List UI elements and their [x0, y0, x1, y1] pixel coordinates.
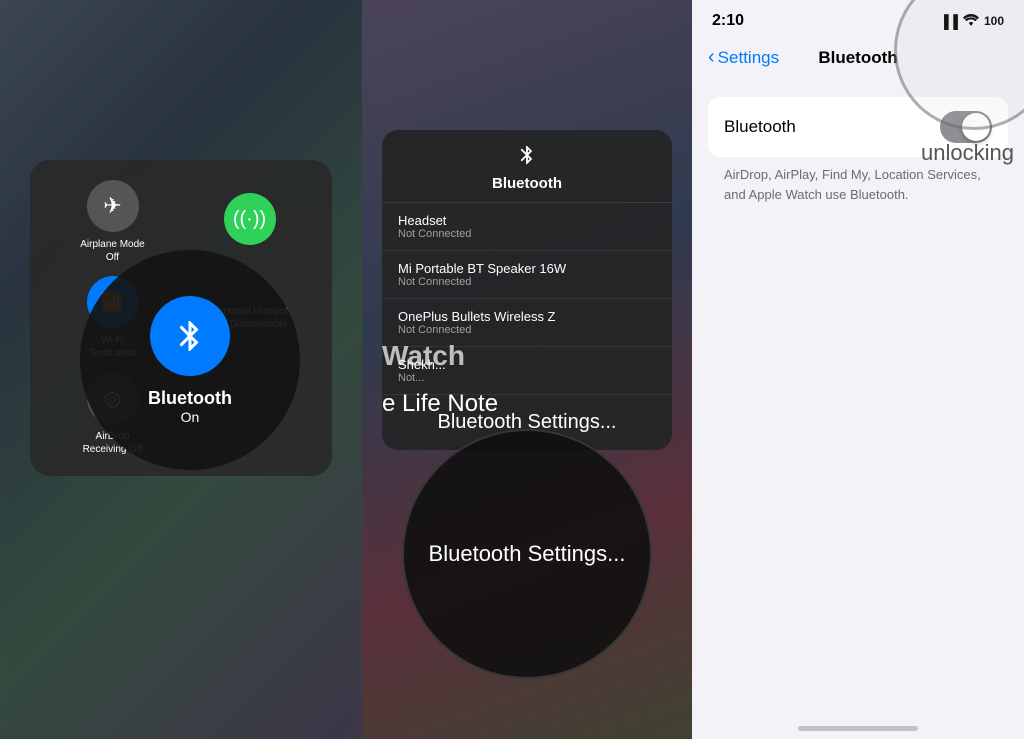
- device-oneplus-name: OnePlus Bullets Wireless Z: [398, 309, 656, 324]
- device-row-speaker[interactable]: Mi Portable BT Speaker 16W Not Connected: [382, 251, 672, 299]
- bluetooth-settings-circle[interactable]: Bluetooth Settings...: [402, 429, 652, 679]
- bluetooth-row-label: Bluetooth: [724, 117, 796, 137]
- status-time: 2:10: [712, 12, 744, 30]
- bluetooth-menu-title: Bluetooth: [398, 175, 656, 192]
- middle-panel: Bluetooth Headset Not Connected Mi Porta…: [362, 0, 692, 739]
- bluetooth-description: AirDrop, AirPlay, Find My, Location Serv…: [692, 157, 1024, 220]
- bluetooth-overlay-label: Bluetooth: [148, 388, 232, 409]
- watch-text: Watch: [382, 340, 672, 372]
- bluetooth-overlay-icon: [150, 296, 230, 376]
- watch-text-overlay: Watch: [382, 340, 672, 372]
- page-title: Bluetooth: [818, 48, 897, 68]
- device-speaker-name: Mi Portable BT Speaker 16W: [398, 261, 656, 276]
- device-row-headset[interactable]: Headset Not Connected: [382, 203, 672, 251]
- airplane-mode-button[interactable]: ✈ Airplane ModeOff: [50, 180, 175, 264]
- unlocking-text: unlocking: [921, 140, 1014, 166]
- life-note-text: e Life Note: [382, 390, 498, 418]
- bluetooth-overlay-circle[interactable]: Bluetooth On: [80, 250, 300, 470]
- device-speaker-status: Not Connected: [398, 276, 656, 288]
- device-headset-status: Not Connected: [398, 228, 656, 240]
- back-button[interactable]: ‹ Settings: [708, 46, 779, 69]
- back-label: Settings: [718, 48, 779, 68]
- bluetooth-overlay-status: On: [181, 409, 200, 425]
- right-panel: 2:10 ▐▐ 100 ‹ Settings Bluetooth Bluetoo…: [692, 0, 1024, 739]
- home-indicator: [798, 726, 918, 731]
- back-chevron-icon: ‹: [708, 46, 715, 69]
- device-shekh-status: Not...: [398, 372, 656, 384]
- airplane-icon: ✈: [87, 180, 139, 232]
- left-panel: ✈ Airplane ModeOff ((·)) 📶 Wi-FiTechLate…: [0, 0, 362, 739]
- bluetooth-menu-header: Bluetooth: [382, 130, 672, 203]
- bluetooth-settings-circle-label: Bluetooth Settings...: [429, 541, 626, 567]
- bluetooth-menu-icon: [398, 144, 656, 171]
- device-oneplus-status: Not Connected: [398, 324, 656, 336]
- device-headset-name: Headset: [398, 213, 656, 228]
- wifi-icon: ((·)): [224, 193, 276, 245]
- airplane-label: Airplane ModeOff: [80, 238, 144, 264]
